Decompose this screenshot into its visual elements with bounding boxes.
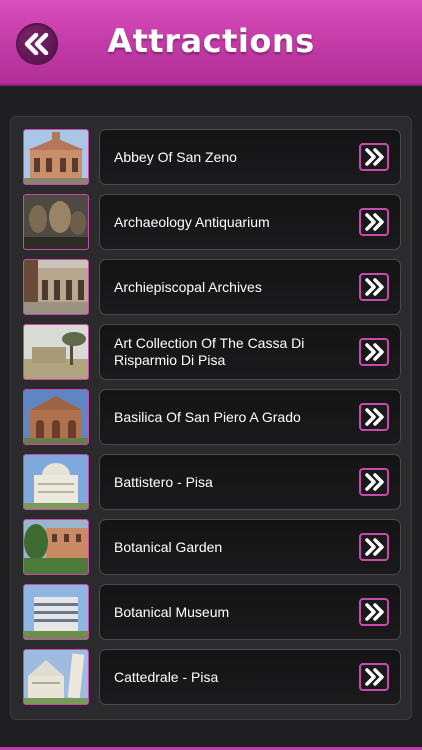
item-label: Archaeology Antiquarium xyxy=(114,213,270,230)
double-chevron-right-icon xyxy=(365,343,384,361)
attraction-button[interactable]: Botanical Garden xyxy=(99,519,401,575)
item-label: Botanical Museum xyxy=(114,603,230,620)
attraction-button[interactable]: Archaeology Antiquarium xyxy=(99,194,401,250)
open-button[interactable] xyxy=(359,273,389,301)
attraction-button[interactable]: Abbey Of San Zeno xyxy=(99,129,401,185)
list-item[interactable]: Botanical Garden xyxy=(23,519,401,575)
attraction-button[interactable]: Battistero - Pisa xyxy=(99,454,401,510)
baptistery-thumbnail xyxy=(23,454,89,510)
list-item[interactable]: Botanical Museum xyxy=(23,584,401,640)
basilica-thumbnail xyxy=(23,389,89,445)
item-label: Botanical Garden xyxy=(114,538,223,555)
list-item[interactable]: Archiepiscopal Archives xyxy=(23,259,401,315)
list-item[interactable]: Cattedrale - Pisa xyxy=(23,649,401,705)
open-button[interactable] xyxy=(359,338,389,366)
open-button[interactable] xyxy=(359,663,389,691)
list-item[interactable]: Battistero - Pisa xyxy=(23,454,401,510)
double-chevron-right-icon xyxy=(365,473,384,491)
vases-thumbnail xyxy=(23,194,89,250)
cathedral-thumbnail xyxy=(23,649,89,705)
courtyard-thumbnail xyxy=(23,259,89,315)
attraction-button[interactable]: Botanical Museum xyxy=(99,584,401,640)
attraction-button[interactable]: Basilica Of San Piero A Grado xyxy=(99,389,401,445)
item-label: Battistero - Pisa xyxy=(114,473,213,490)
attraction-button[interactable]: Cattedrale - Pisa xyxy=(99,649,401,705)
double-chevron-right-icon xyxy=(365,278,384,296)
double-chevron-right-icon xyxy=(365,538,384,556)
open-button[interactable] xyxy=(359,143,389,171)
open-button[interactable] xyxy=(359,533,389,561)
open-button[interactable] xyxy=(359,403,389,431)
open-button[interactable] xyxy=(359,598,389,626)
item-label: Archiepiscopal Archives xyxy=(114,278,262,295)
list-item[interactable]: Basilica Of San Piero A Grado xyxy=(23,389,401,445)
garden-thumbnail xyxy=(23,519,89,575)
double-chevron-right-icon xyxy=(365,668,384,686)
ruin-tree-thumbnail xyxy=(23,324,89,380)
double-chevron-right-icon xyxy=(365,213,384,231)
attractions-list: Abbey Of San Zeno Archaeology Antiquariu… xyxy=(10,116,412,720)
item-label: Basilica Of San Piero A Grado xyxy=(114,408,301,425)
header-bar: Attractions xyxy=(0,0,422,86)
abbey-thumbnail xyxy=(23,129,89,185)
page-title: Attractions xyxy=(107,22,315,60)
item-label: Cattedrale - Pisa xyxy=(114,668,219,685)
item-label: Art Collection Of The Cassa Di Risparmio… xyxy=(114,335,305,368)
double-chevron-right-icon xyxy=(365,148,384,166)
attraction-button[interactable]: Art Collection Of The Cassa Di Risparmio… xyxy=(99,324,401,380)
attraction-button[interactable]: Archiepiscopal Archives xyxy=(99,259,401,315)
museum-thumbnail xyxy=(23,584,89,640)
item-label: Abbey Of San Zeno xyxy=(114,148,237,165)
double-chevron-right-icon xyxy=(365,603,384,621)
double-chevron-right-icon xyxy=(365,408,384,426)
list-item[interactable]: Art Collection Of The Cassa Di Risparmio… xyxy=(23,324,401,380)
list-item[interactable]: Abbey Of San Zeno xyxy=(23,129,401,185)
open-button[interactable] xyxy=(359,208,389,236)
list-item[interactable]: Archaeology Antiquarium xyxy=(23,194,401,250)
open-button[interactable] xyxy=(359,468,389,496)
